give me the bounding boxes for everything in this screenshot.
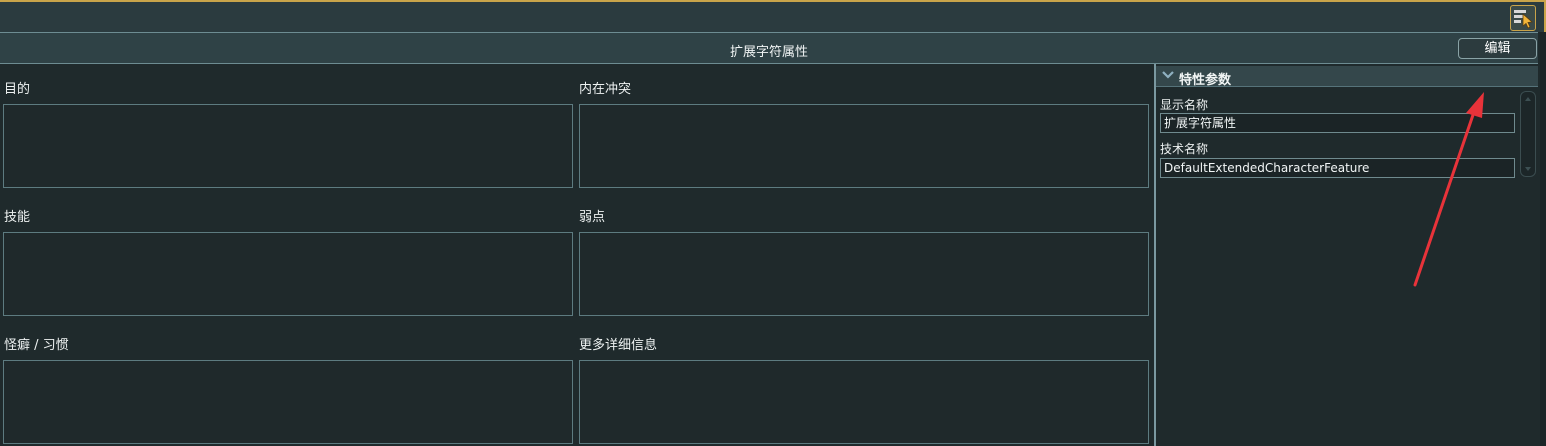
cursor-panel-icon [1514, 10, 1533, 29]
tech-name-field[interactable]: DefaultExtendedCharacterFeature [1160, 158, 1515, 178]
field-label-skills: 技能 [4, 210, 31, 225]
scroll-down-icon [1525, 167, 1531, 171]
field-input-skills[interactable] [3, 232, 573, 316]
field-input-inner-conflict[interactable] [579, 104, 1149, 188]
panel-title: 扩展字符属性 [729, 45, 808, 60]
top-toolbar [0, 2, 1544, 32]
field-label-more-details: 更多详细信息 [579, 338, 658, 353]
properties-section-header[interactable]: 特性参数 [1156, 66, 1538, 88]
field-input-more-details[interactable] [579, 360, 1149, 444]
panel-title-bar: 扩展字符属性 编辑 [0, 32, 1538, 64]
scroll-up-icon [1525, 97, 1531, 101]
tech-name-label: 技术名称 [1160, 142, 1209, 156]
properties-pane: 特性参数 显示名称 扩展字符属性 技术名称 DefaultExtendedCha… [1156, 64, 1540, 446]
chevron-down-icon [1162, 71, 1174, 79]
properties-scrollbar[interactable] [1520, 91, 1536, 177]
edit-button[interactable]: 编辑 [1458, 38, 1537, 59]
properties-section-title: 特性参数 [1179, 73, 1232, 88]
field-input-weakness[interactable] [579, 232, 1149, 316]
field-label-purpose: 目的 [4, 82, 31, 97]
cursor-panel-button[interactable] [1510, 5, 1536, 31]
field-label-weakness: 弱点 [579, 210, 606, 225]
display-name-label: 显示名称 [1160, 98, 1209, 112]
field-label-inner-conflict: 内在冲突 [579, 82, 632, 97]
field-label-quirks: 怪癖 / 习惯 [4, 338, 69, 353]
feature-fields-pane: 目的 内在冲突 技能 弱点 怪癖 / 习惯 更多详细信息 [0, 64, 1154, 446]
display-name-field[interactable]: 扩展字符属性 [1160, 113, 1515, 133]
field-input-quirks[interactable] [3, 360, 573, 444]
window-right-edge [1540, 32, 1546, 446]
field-input-purpose[interactable] [3, 104, 573, 188]
